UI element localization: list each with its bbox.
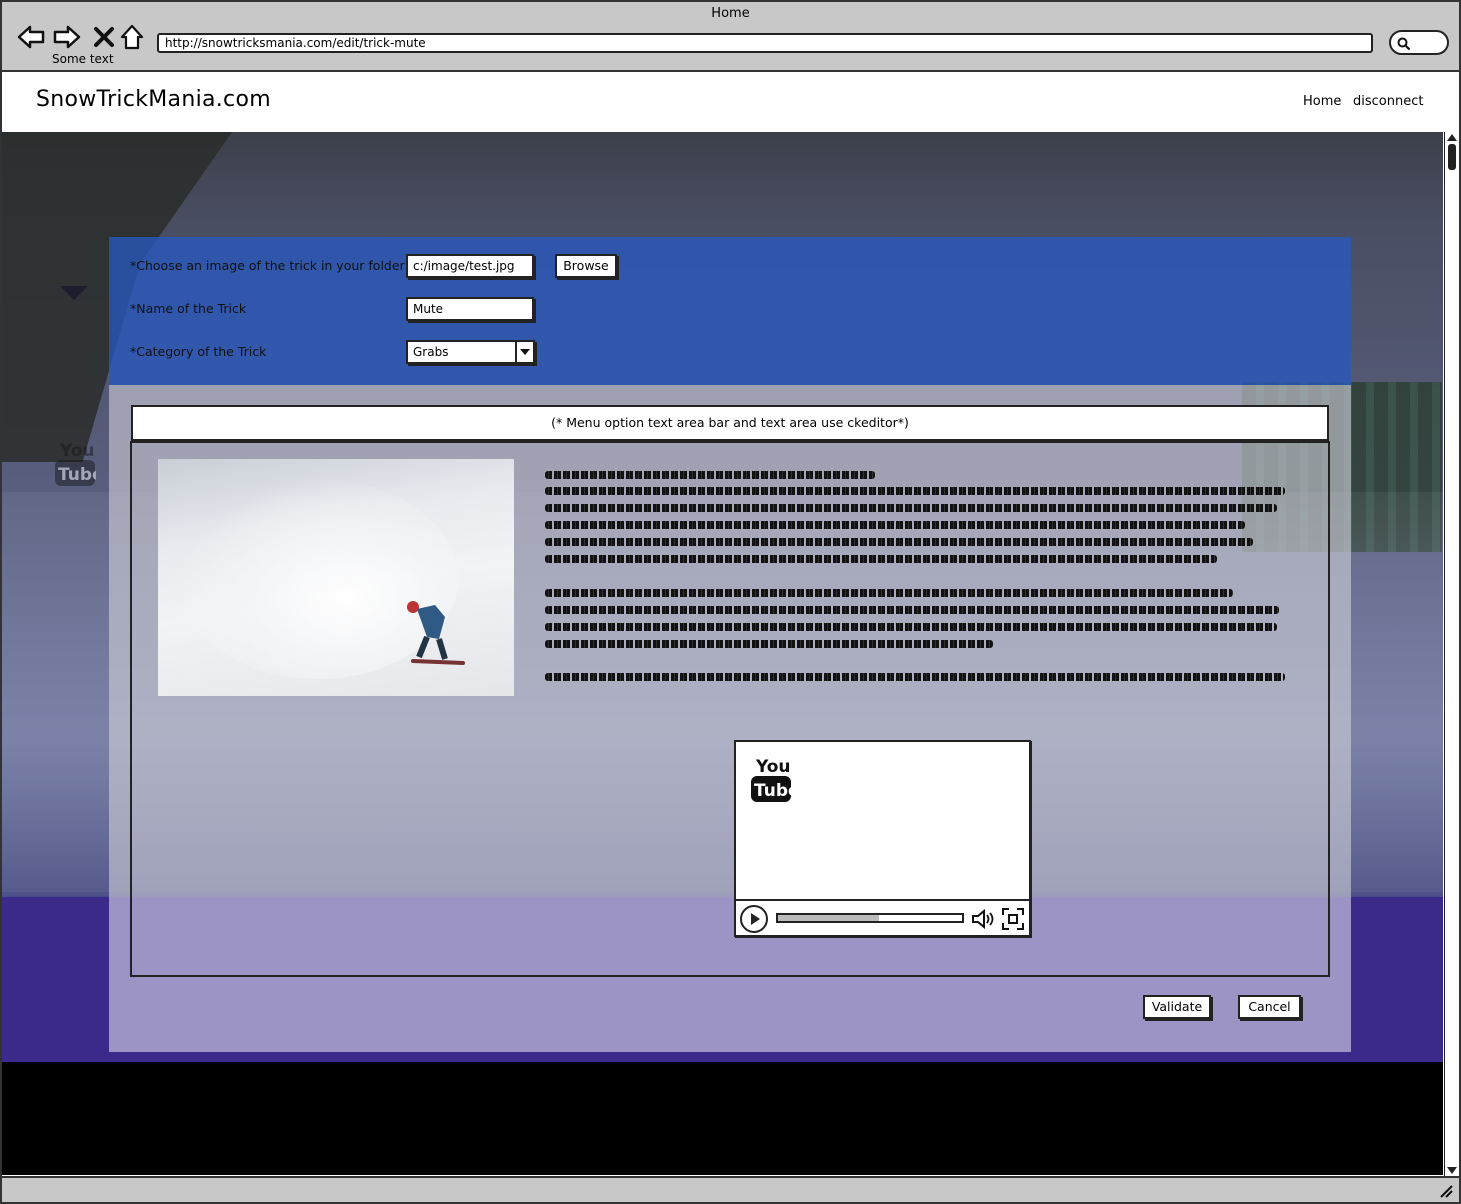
category-select-value: Grabs [413,345,449,359]
page-footer [2,1062,1443,1175]
fullscreen-icon[interactable] [1001,907,1025,931]
text-line [545,555,1217,563]
text-line [545,521,1245,529]
cancel-button[interactable]: Cancel [1238,995,1301,1019]
category-field-label: *Category of the Trick [130,344,267,359]
volume-icon[interactable] [971,909,997,929]
nav-link-disconnect[interactable]: disconnect [1353,94,1423,109]
editor-text-area[interactable]: You Tube [130,441,1330,977]
text-line [545,640,993,648]
url-bar[interactable]: http://snowtricksmania.com/edit/trick-mu… [157,33,1373,53]
chevron-down-icon[interactable] [515,342,533,362]
browser-status-bar [2,1176,1459,1202]
text-line [545,589,1233,597]
image-field-label: *Choose an image of the trick in your fo… [130,258,405,273]
video-progress-bar[interactable] [776,913,964,923]
play-icon[interactable] [740,905,768,933]
svg-text:You: You [59,441,95,461]
video-player[interactable]: You Tube [734,740,1031,937]
scroll-up-icon[interactable] [1447,134,1457,141]
category-select[interactable]: Grabs [406,340,535,364]
edit-trick-form: *Choose an image of the trick in your fo… [109,237,1351,1052]
text-line [545,487,1285,495]
video-progress-fill [778,915,880,921]
nav-caption: Some text [52,52,114,66]
browse-button[interactable]: Browse [555,254,617,278]
youtube-icon[interactable]: You Tube [54,438,96,490]
browser-search-field[interactable] [1389,30,1449,55]
text-line [545,504,1277,512]
scrollbar-thumb[interactable] [1448,144,1456,170]
back-arrow-icon[interactable] [16,22,46,52]
editor-toolbar[interactable]: (* Menu option text area bar and text ar… [131,405,1329,441]
site-header: SnowTrickMania.com Home disconnect [2,73,1459,131]
text-line [545,538,1253,546]
text-line [545,606,1279,614]
name-field-label: *Name of the Trick [130,301,247,316]
svg-text:Tube: Tube [754,781,792,801]
snowboarder-figure [407,601,465,665]
browser-title-bar: Home http://snowtricksmania.com/edit/tri… [2,2,1459,72]
vertical-scrollbar[interactable] [1444,132,1459,1176]
youtube-icon: You Tube [751,757,792,802]
text-line [545,471,875,479]
text-line [545,623,1277,631]
trick-name-input[interactable]: Mute [406,297,534,321]
svg-text:You: You [755,757,791,777]
home-icon[interactable] [118,22,148,52]
nav-link-home[interactable]: Home [1303,94,1341,109]
validate-button[interactable]: Validate [1143,995,1211,1019]
text-line [545,673,1285,681]
trick-image [158,459,514,696]
site-logo[interactable]: SnowTrickMania.com [36,87,271,112]
search-icon [1397,37,1411,51]
image-path-input[interactable]: c:/image/test.jpg [406,254,534,278]
scroll-down-icon[interactable] [1447,1167,1457,1174]
video-controls [736,899,1029,935]
svg-text:Tube: Tube [58,465,96,485]
close-icon[interactable] [90,22,120,52]
forward-arrow-icon[interactable] [52,22,82,52]
window-title: Home [711,6,750,21]
resize-grip-icon[interactable] [1439,1184,1453,1198]
carousel-arrow-icon[interactable] [60,286,88,300]
